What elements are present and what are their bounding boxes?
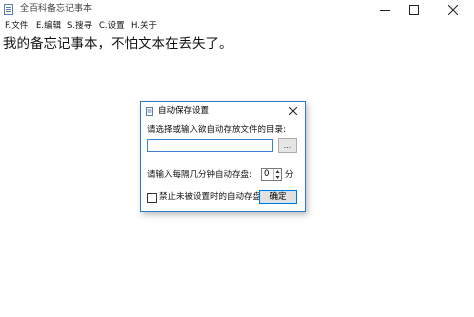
title-bar: 全百科备忘记事本 [0, 0, 474, 19]
minimize-icon [380, 9, 390, 11]
dir-input[interactable] [147, 139, 273, 152]
interval-prompt-label: 请输入每隔几分钟自动存盘: [147, 170, 252, 180]
close-icon [448, 4, 458, 15]
maximize-button[interactable] [401, 0, 427, 19]
spin-up-icon[interactable] [275, 169, 280, 174]
disable-autosave-label: 禁止未被设置时的自动存盘 [159, 192, 262, 202]
autosave-settings-dialog: 自动保存设置 请选择或输入欲自动存放文件的目录: ... 请输入每隔几分钟自动存… [140, 101, 306, 212]
dialog-close-button[interactable] [287, 105, 299, 117]
menu-search[interactable]: S.搜寻 [67, 20, 92, 32]
dialog-title: 自动保存设置 [158, 106, 210, 116]
minimize-button[interactable] [372, 0, 398, 19]
disable-autosave-checkbox[interactable] [147, 193, 157, 203]
interval-value: 0 [264, 169, 270, 179]
maximize-icon [409, 4, 419, 15]
menu-about[interactable]: H.关于 [131, 20, 157, 32]
dialog-app-icon [146, 107, 153, 116]
menu-bar: F.文件 E.编辑 S.搜寻 C.设置 H.关于 [0, 19, 474, 33]
notepad-app-icon [4, 4, 13, 15]
menu-settings[interactable]: C.设置 [99, 20, 125, 32]
browse-button[interactable]: ... [278, 138, 297, 153]
close-icon [289, 107, 297, 115]
window-title: 全百科备忘记事本 [20, 4, 93, 14]
dir-prompt-label: 请选择或输入欲自动存放文件的目录: [147, 125, 286, 135]
close-button[interactable] [440, 0, 466, 19]
editor-text: 我的备忘记事本，不怕文本在丢失了。 [3, 36, 233, 52]
menu-edit[interactable]: E.编辑 [36, 20, 61, 32]
spin-down-icon[interactable] [275, 175, 280, 180]
interval-unit-label: 分 [285, 170, 294, 180]
interval-spinbox[interactable]: 0 [261, 168, 282, 181]
menu-file[interactable]: F.文件 [5, 20, 28, 32]
dialog-title-bar: 自动保存设置 [141, 102, 305, 120]
spin-arrows [273, 169, 281, 180]
notepad-window: 全百科备忘记事本 F.文件 E.编辑 S.搜寻 C.设置 H.关于 我的备忘记事… [0, 0, 474, 317]
ok-button[interactable]: 确定 [259, 190, 297, 204]
